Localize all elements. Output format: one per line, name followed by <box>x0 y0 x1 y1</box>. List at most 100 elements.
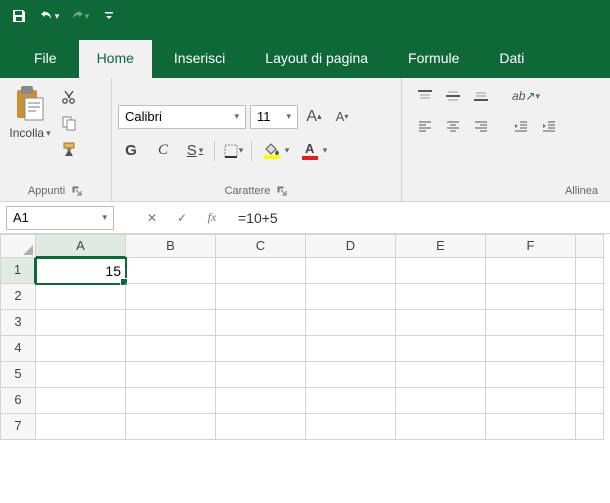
bold-button[interactable]: G <box>118 139 144 163</box>
cell[interactable] <box>396 414 486 440</box>
borders-button[interactable]: ▾ <box>221 139 245 163</box>
cell[interactable] <box>126 284 216 310</box>
cell[interactable] <box>576 258 604 284</box>
name-box[interactable]: A1▾ <box>6 206 114 230</box>
font-color-button[interactable]: A ▾ <box>296 139 328 163</box>
align-middle-button[interactable] <box>442 86 464 106</box>
column-header[interactable]: B <box>126 234 216 258</box>
cell[interactable] <box>216 336 306 362</box>
cell[interactable] <box>486 310 576 336</box>
font-size-combo[interactable]: 11▾ <box>250 105 298 129</box>
cell[interactable] <box>396 310 486 336</box>
dialog-launcher-icon[interactable] <box>276 185 288 197</box>
cell[interactable] <box>486 258 576 284</box>
column-header[interactable] <box>576 234 604 258</box>
redo-button[interactable]: ▾ <box>68 5 90 27</box>
cancel-formula-button[interactable]: ✕ <box>138 206 166 230</box>
spreadsheet-grid[interactable]: A B C D E F 1 15 2 3 4 5 6 7 <box>0 234 610 440</box>
cell[interactable] <box>36 414 126 440</box>
cell[interactable] <box>216 258 306 284</box>
cell[interactable] <box>486 388 576 414</box>
cell[interactable] <box>576 310 604 336</box>
cell[interactable] <box>306 284 396 310</box>
row-header[interactable]: 5 <box>0 362 36 388</box>
cell-A1[interactable]: 15 <box>36 258 126 284</box>
align-left-button[interactable] <box>414 116 436 136</box>
cell[interactable] <box>306 362 396 388</box>
tab-file[interactable]: File <box>16 40 75 78</box>
font-name-combo[interactable]: Calibri▾ <box>118 105 246 129</box>
cell[interactable] <box>576 284 604 310</box>
underline-button[interactable]: S▾ <box>182 139 208 163</box>
cell[interactable] <box>216 310 306 336</box>
cell[interactable] <box>216 414 306 440</box>
cell[interactable] <box>36 310 126 336</box>
cell[interactable] <box>126 414 216 440</box>
cell[interactable] <box>486 336 576 362</box>
cell[interactable] <box>216 284 306 310</box>
paste-button[interactable]: Incolla▾ <box>6 84 54 183</box>
formula-input[interactable] <box>232 206 610 230</box>
qat-customize-button[interactable] <box>98 5 120 27</box>
cell[interactable] <box>576 362 604 388</box>
cell[interactable] <box>126 388 216 414</box>
cell[interactable] <box>36 388 126 414</box>
row-header[interactable]: 4 <box>0 336 36 362</box>
align-bottom-button[interactable] <box>470 86 492 106</box>
format-painter-button[interactable] <box>58 138 80 160</box>
tab-data[interactable]: Dati <box>481 40 542 78</box>
cell[interactable] <box>216 362 306 388</box>
align-right-button[interactable] <box>470 116 492 136</box>
cell[interactable] <box>396 258 486 284</box>
cell[interactable] <box>396 362 486 388</box>
increase-indent-button[interactable] <box>538 116 560 136</box>
undo-button[interactable]: ▾ <box>38 5 60 27</box>
cell[interactable] <box>126 310 216 336</box>
shrink-font-button[interactable]: A▾ <box>330 105 354 129</box>
column-header[interactable]: D <box>306 234 396 258</box>
cell[interactable] <box>306 258 396 284</box>
cell[interactable] <box>486 284 576 310</box>
decrease-indent-button[interactable] <box>510 116 532 136</box>
cell[interactable] <box>576 336 604 362</box>
cut-button[interactable] <box>58 86 80 108</box>
cell[interactable] <box>306 336 396 362</box>
cell[interactable] <box>396 284 486 310</box>
enter-formula-button[interactable]: ✓ <box>168 206 196 230</box>
tab-formulas[interactable]: Formule <box>390 40 477 78</box>
cell[interactable] <box>126 258 216 284</box>
cell[interactable] <box>216 388 306 414</box>
copy-button[interactable] <box>58 112 80 134</box>
cell[interactable] <box>306 388 396 414</box>
fill-color-button[interactable]: ▾ <box>258 139 290 163</box>
cell[interactable] <box>126 336 216 362</box>
cell[interactable] <box>306 310 396 336</box>
align-top-button[interactable] <box>414 86 436 106</box>
grow-font-button[interactable]: A▴ <box>302 105 326 129</box>
cell[interactable] <box>396 336 486 362</box>
row-header[interactable]: 2 <box>0 284 36 310</box>
cell[interactable] <box>486 362 576 388</box>
tab-home[interactable]: Home <box>79 40 152 78</box>
column-header[interactable]: E <box>396 234 486 258</box>
orientation-button[interactable]: ab↗▾ <box>510 86 542 106</box>
cell[interactable] <box>36 336 126 362</box>
cell[interactable] <box>576 388 604 414</box>
cell[interactable] <box>396 388 486 414</box>
italic-button[interactable]: C <box>150 139 176 163</box>
cell[interactable] <box>36 284 126 310</box>
row-header[interactable]: 3 <box>0 310 36 336</box>
column-header[interactable]: C <box>216 234 306 258</box>
tab-insert[interactable]: Inserisci <box>156 40 243 78</box>
cell[interactable] <box>36 362 126 388</box>
select-all-corner[interactable] <box>0 234 36 258</box>
column-header[interactable]: F <box>486 234 576 258</box>
tab-page-layout[interactable]: Layout di pagina <box>247 40 386 78</box>
insert-function-button[interactable]: fx <box>198 206 226 230</box>
row-header[interactable]: 6 <box>0 388 36 414</box>
cell[interactable] <box>486 414 576 440</box>
cell[interactable] <box>306 414 396 440</box>
cell[interactable] <box>126 362 216 388</box>
save-button[interactable] <box>8 5 30 27</box>
row-header[interactable]: 1 <box>0 258 36 284</box>
